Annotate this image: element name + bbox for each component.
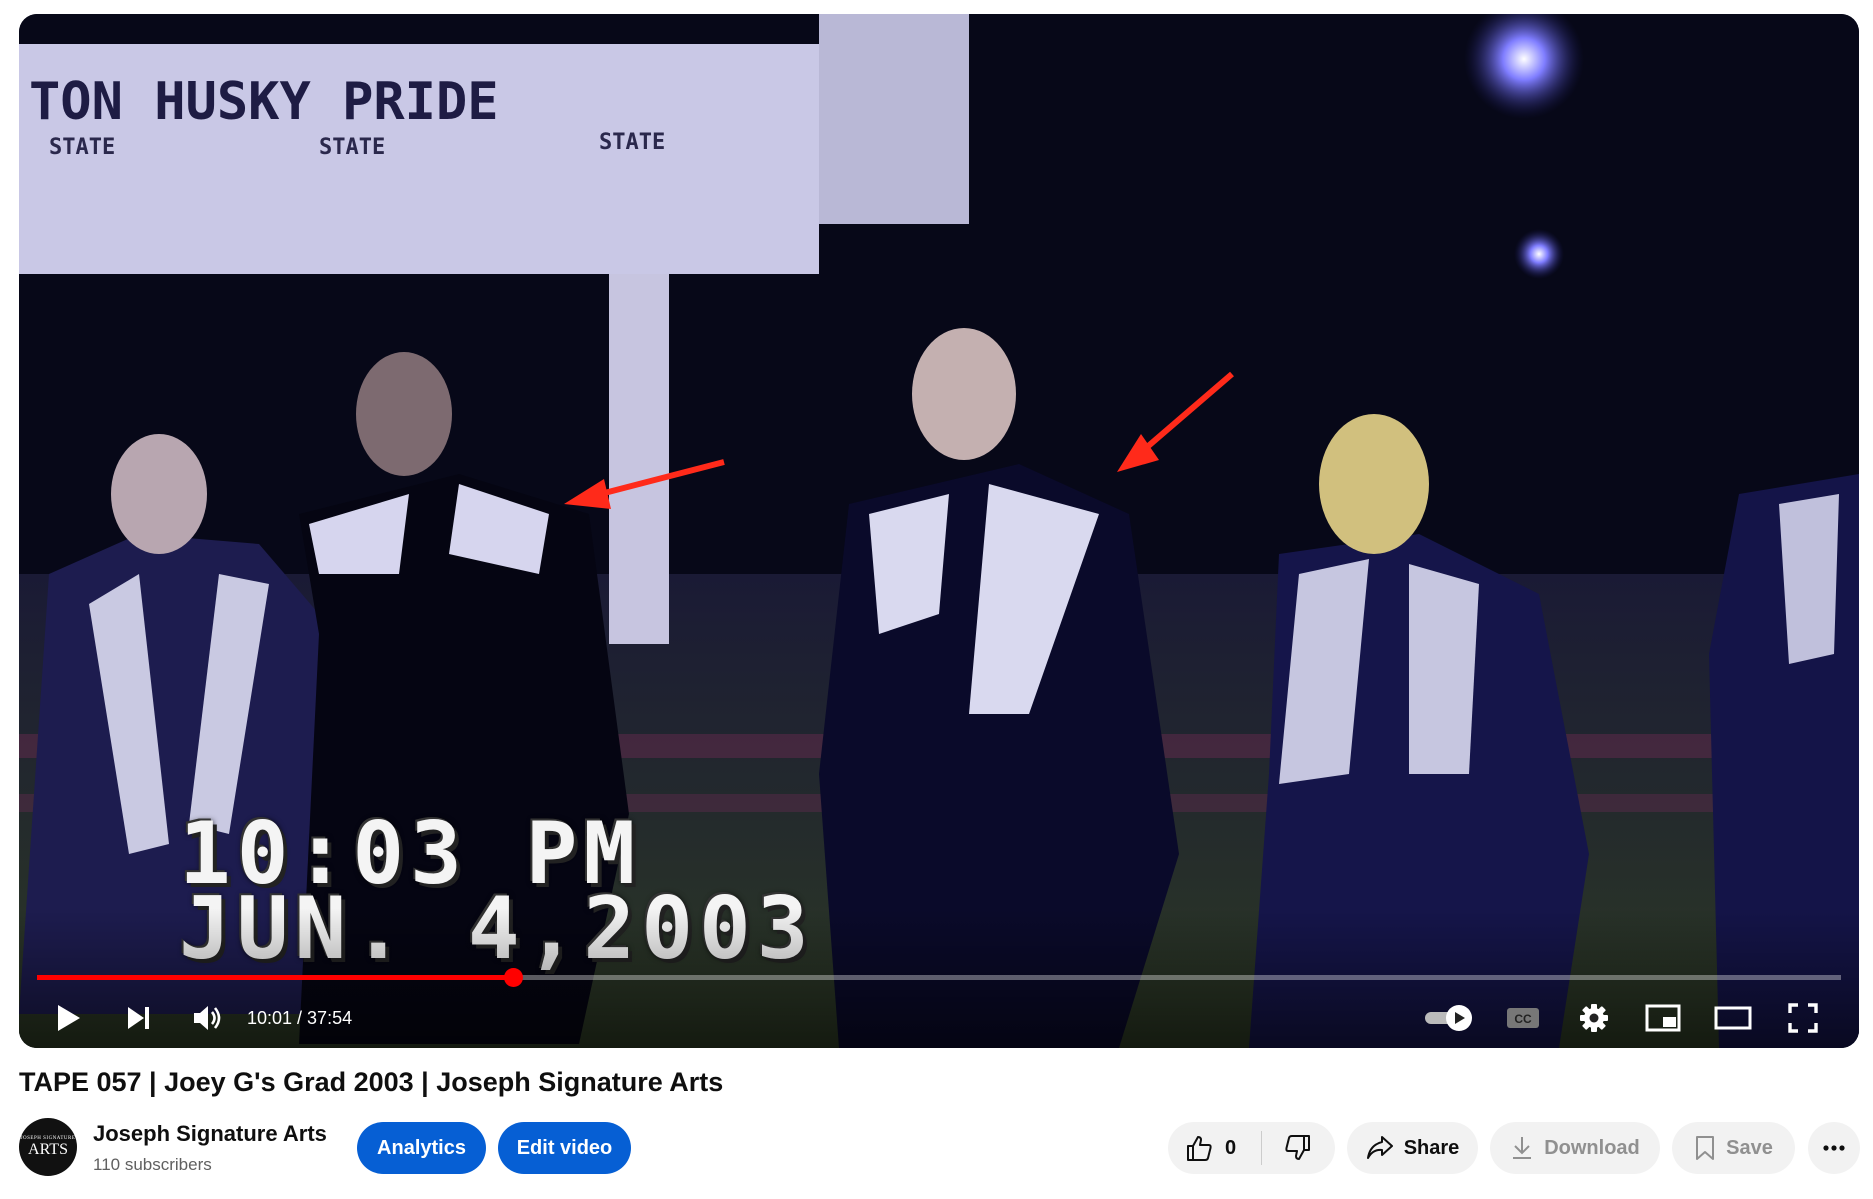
theater-icon <box>1714 1006 1752 1030</box>
fullscreen-button[interactable] <box>1773 989 1833 1047</box>
progress-played <box>37 975 514 980</box>
play-button[interactable] <box>41 989 97 1047</box>
svg-text:STATE: STATE <box>599 130 665 155</box>
channel-avatar[interactable]: JOSEPH SIGNATURE ARTS <box>19 1118 77 1176</box>
volume-icon <box>194 1006 221 1030</box>
analytics-button[interactable]: Analytics <box>357 1122 486 1174</box>
more-horizontal-icon <box>1823 1145 1845 1151</box>
next-button[interactable] <box>111 989 167 1047</box>
play-icon <box>58 1005 80 1031</box>
miniplayer-icon <box>1645 1004 1681 1032</box>
svg-text:TON HUSKY PRIDE: TON HUSKY PRIDE <box>29 72 499 132</box>
edit-video-button[interactable]: Edit video <box>498 1122 631 1174</box>
more-actions-button[interactable] <box>1808 1122 1860 1174</box>
avatar-text-bottom: ARTS <box>28 1141 68 1158</box>
theater-mode-button[interactable] <box>1702 989 1764 1047</box>
svg-text:CC: CC <box>1514 1012 1532 1026</box>
save-label: Save <box>1726 1136 1773 1159</box>
video-player[interactable]: TON HUSKY PRIDE STATE STATE STATE 10:03 … <box>19 14 1859 1048</box>
thumbs-down-icon <box>1285 1135 1310 1160</box>
like-dislike-group: 0 <box>1168 1122 1335 1174</box>
share-label: Share <box>1403 1136 1460 1159</box>
like-count: 0 <box>1225 1136 1237 1159</box>
svg-text:STATE: STATE <box>319 135 385 160</box>
save-button[interactable]: Save <box>1672 1122 1795 1174</box>
progress-bar[interactable] <box>37 968 1841 987</box>
download-icon <box>1513 1137 1532 1159</box>
next-icon <box>128 1007 149 1029</box>
share-button[interactable]: Share <box>1347 1122 1478 1174</box>
autoplay-toggle[interactable] <box>1419 989 1479 1047</box>
captions-button[interactable]: CC <box>1493 989 1553 1047</box>
thumbs-up-icon <box>1187 1136 1212 1161</box>
svg-text:STATE: STATE <box>49 135 115 160</box>
download-button[interactable]: Download <box>1490 1122 1660 1174</box>
download-label: Download <box>1544 1136 1640 1159</box>
volume-button[interactable] <box>177 989 237 1047</box>
like-button[interactable]: 0 <box>1169 1122 1261 1174</box>
subscriber-count: 110 subscribers <box>93 1155 212 1174</box>
autoplay-toggle-icon <box>1425 1005 1472 1031</box>
time-display: 10:01 / 37:54 <box>247 1008 353 1028</box>
miniplayer-button[interactable] <box>1633 989 1693 1047</box>
channel-name[interactable]: Joseph Signature Arts <box>93 1121 327 1147</box>
fullscreen-icon <box>1788 1003 1818 1033</box>
dislike-button[interactable] <box>1262 1122 1334 1174</box>
settings-icon <box>1580 1004 1608 1032</box>
share-icon <box>1366 1136 1393 1159</box>
player-controls: 10:01 / 37:54 CC <box>19 989 1859 1047</box>
settings-button[interactable] <box>1564 989 1624 1047</box>
bookmark-icon <box>1696 1136 1715 1160</box>
captions-icon: CC <box>1507 1008 1539 1028</box>
video-title: TAPE 057 | Joey G's Grad 2003 | Joseph S… <box>19 1067 724 1097</box>
